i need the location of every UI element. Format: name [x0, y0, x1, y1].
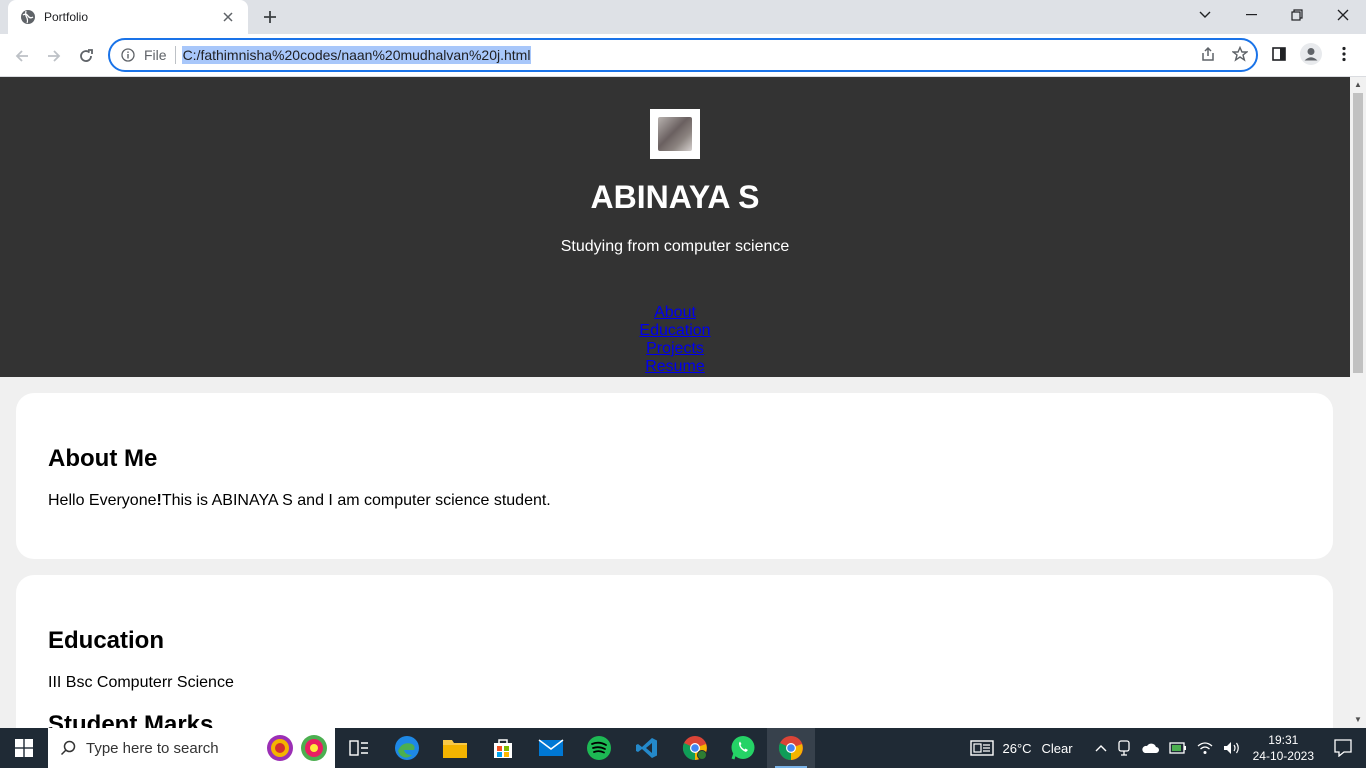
- search-placeholder: Type here to search: [86, 739, 219, 757]
- taskbar-search-box[interactable]: Type here to search: [48, 728, 335, 768]
- globe-icon: [20, 9, 36, 25]
- hero-header: ABINAYA S Studying from computer science…: [0, 77, 1350, 377]
- wifi-icon[interactable]: [1197, 741, 1213, 755]
- weather-icon[interactable]: [970, 739, 995, 757]
- education-section: Education III Bsc Computerr Science Stud…: [16, 575, 1333, 728]
- file-explorer-icon[interactable]: [431, 728, 479, 768]
- nav-link-projects[interactable]: Projects: [0, 340, 1350, 358]
- nav-link-about[interactable]: About: [0, 304, 1350, 322]
- windows-logo-icon: [15, 739, 33, 757]
- show-hidden-icons-icon[interactable]: [1095, 744, 1107, 752]
- browser-tab[interactable]: Portfolio: [8, 0, 248, 34]
- forward-button[interactable]: [40, 42, 68, 70]
- about-section: About Me Hello Everyone!This is ABINAYA …: [16, 393, 1333, 559]
- nav-link-resume[interactable]: Resume: [0, 358, 1350, 376]
- windows-taskbar: Type here to search 26°C Clear 19:31 24-…: [0, 728, 1366, 768]
- scroll-down-arrow-icon[interactable]: ▼: [1354, 716, 1362, 724]
- info-icon[interactable]: [120, 47, 136, 63]
- flower-decoration-icon: [265, 733, 329, 763]
- close-tab-icon[interactable]: [220, 9, 236, 25]
- edge-browser-icon[interactable]: [383, 728, 431, 768]
- profile-picture: [650, 109, 700, 159]
- start-button[interactable]: [0, 728, 48, 768]
- page-title: ABINAYA S: [590, 179, 760, 215]
- tab-search-icon[interactable]: [1182, 0, 1228, 30]
- task-view-icon[interactable]: [335, 728, 383, 768]
- battery-icon[interactable]: [1168, 741, 1187, 755]
- main-nav: About Education Projects Resume: [0, 304, 1350, 376]
- address-bar[interactable]: File C:/fathimnisha%20codes/naan%20mudha…: [108, 38, 1258, 72]
- meet-now-icon[interactable]: [1117, 740, 1131, 756]
- page-viewport: ABINAYA S Studying from computer science…: [0, 77, 1350, 728]
- whatsapp-icon[interactable]: [719, 728, 767, 768]
- nav-link-education[interactable]: Education: [0, 322, 1350, 340]
- page-scrollbar[interactable]: ▲ ▼: [1350, 77, 1366, 728]
- clock-date: 24-10-2023: [1252, 749, 1314, 763]
- menu-kebab-icon[interactable]: [1332, 42, 1356, 66]
- close-window-button[interactable]: [1320, 0, 1366, 30]
- chrome-icon[interactable]: [767, 728, 815, 768]
- microsoft-store-icon[interactable]: [479, 728, 527, 768]
- education-heading: Education: [48, 627, 165, 654]
- clock-time: 19:31: [1268, 733, 1299, 747]
- spotify-icon[interactable]: [575, 728, 623, 768]
- back-button[interactable]: [8, 42, 36, 70]
- browser-toolbar: File C:/fathimnisha%20codes/naan%20mudha…: [0, 34, 1366, 77]
- volume-icon[interactable]: [1223, 741, 1241, 755]
- chrome-profile-icon[interactable]: [671, 728, 719, 768]
- system-tray: 26°C Clear 19:31 24-10-2023: [970, 728, 1366, 768]
- tab-title: Portfolio: [44, 10, 89, 24]
- about-text: Hello Everyone!This is ABINAYA S and I a…: [48, 492, 551, 510]
- student-marks-heading: Student Marks: [48, 711, 214, 728]
- weather-temp[interactable]: 26°C: [1002, 741, 1031, 756]
- share-icon[interactable]: [1196, 42, 1220, 66]
- omnibox-divider: [174, 46, 176, 64]
- profile-photo: [658, 117, 692, 151]
- scroll-up-arrow-icon[interactable]: ▲: [1354, 81, 1362, 89]
- new-tab-button[interactable]: [256, 5, 284, 29]
- weather-condition[interactable]: Clear: [1042, 741, 1073, 756]
- url-scheme-label: File: [144, 47, 167, 63]
- vscode-icon[interactable]: [623, 728, 671, 768]
- onedrive-icon[interactable]: [1141, 742, 1159, 754]
- about-heading: About Me: [48, 445, 158, 472]
- minimize-button[interactable]: [1228, 0, 1274, 30]
- about-text-greeting: Hello Everyone: [48, 492, 157, 509]
- taskbar-clock[interactable]: 19:31 24-10-2023: [1253, 732, 1314, 764]
- profile-avatar-icon[interactable]: [1299, 42, 1323, 66]
- url-text[interactable]: C:/fathimnisha%20codes/naan%20mudhalvan%…: [181, 46, 532, 64]
- mail-icon[interactable]: [527, 728, 575, 768]
- bookmark-star-icon[interactable]: [1228, 42, 1252, 66]
- subtitle: Studying from computer science: [560, 238, 790, 255]
- reload-button[interactable]: [72, 42, 100, 70]
- search-icon: [60, 740, 76, 756]
- side-panel-icon[interactable]: [1267, 42, 1291, 66]
- browser-tab-strip: Portfolio: [0, 0, 1366, 34]
- restore-button[interactable]: [1274, 0, 1320, 30]
- education-degree: III Bsc Computerr Science: [48, 674, 234, 691]
- notifications-icon[interactable]: [1334, 739, 1352, 757]
- scrollbar-thumb[interactable]: [1353, 93, 1363, 373]
- about-text-body: This is ABINAYA S and I am computer scie…: [161, 492, 551, 509]
